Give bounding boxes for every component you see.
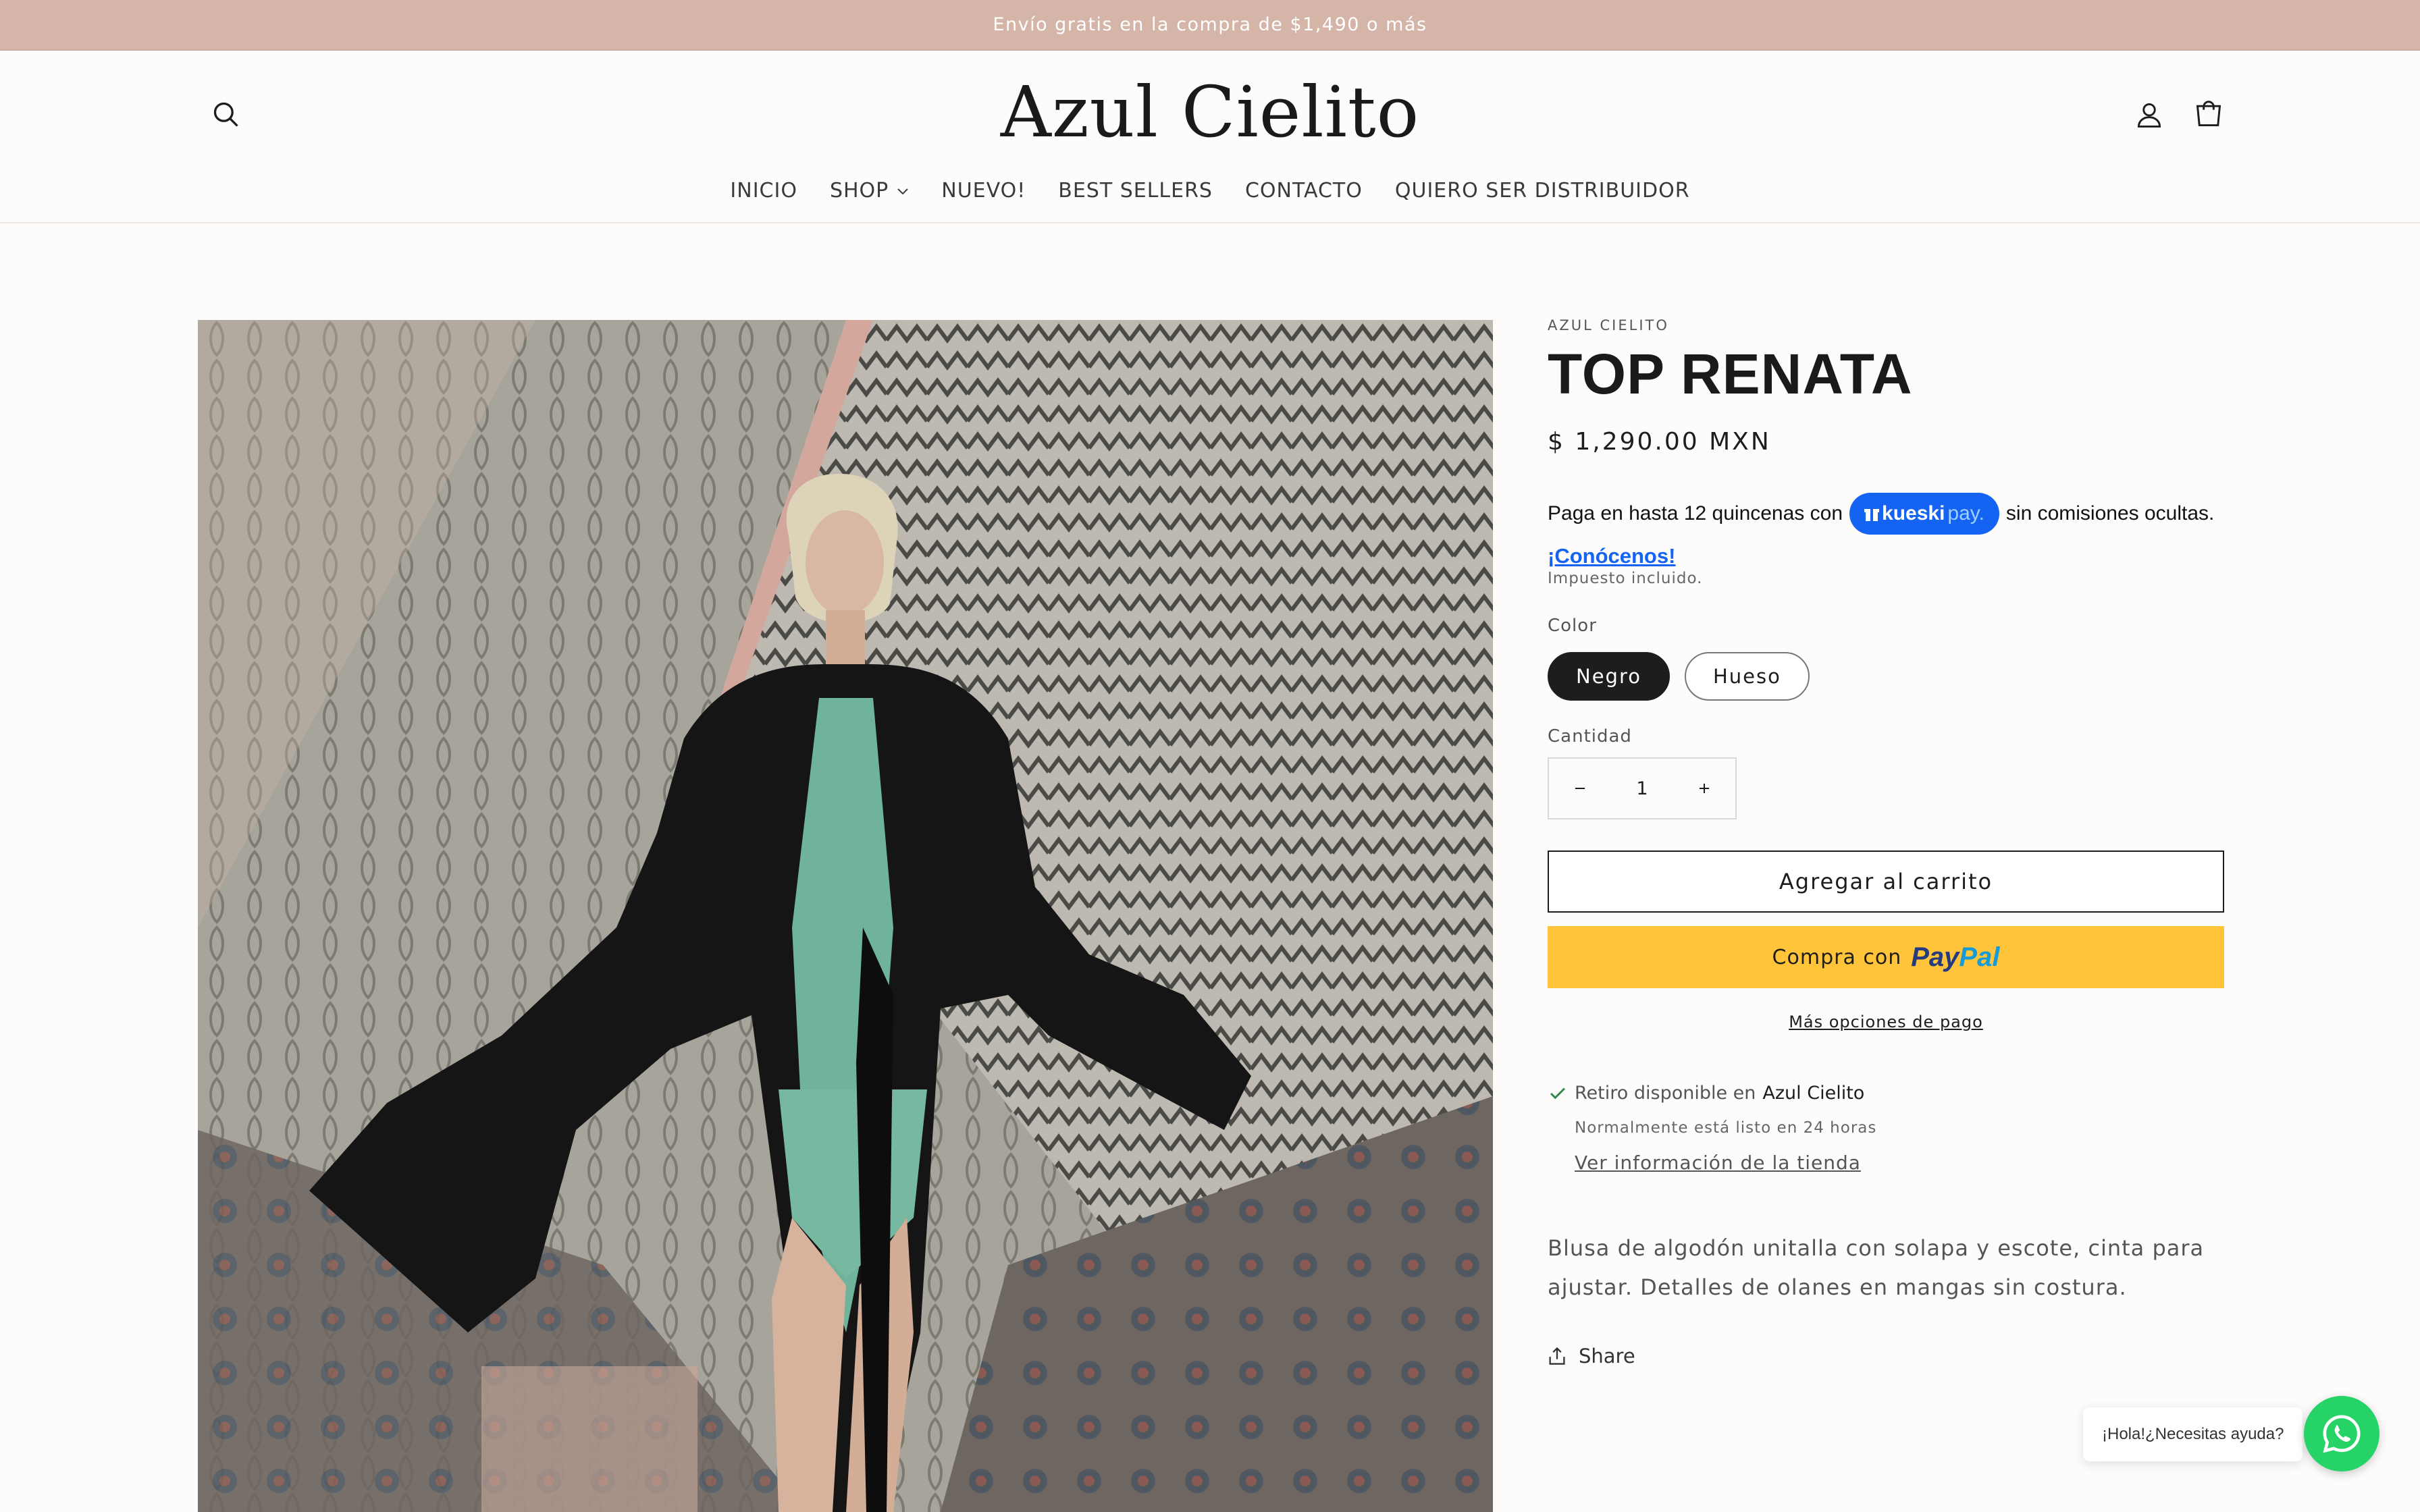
kueski-promo: Paga en hasta 12 quincenas con kueski pay… bbox=[1548, 493, 2214, 535]
chevron-down-icon bbox=[897, 188, 908, 194]
share-icon bbox=[1549, 1347, 1565, 1365]
color-option-hueso[interactable]: Hueso bbox=[1684, 652, 1810, 701]
account-icon[interactable] bbox=[2126, 91, 2173, 138]
quantity-increase-button[interactable] bbox=[1673, 759, 1735, 818]
pickup-availability: Retiro disponible en Azul Cielito bbox=[1548, 1083, 1864, 1104]
whatsapp-greeting[interactable]: ¡Hola!¿Necesitas ayuda? bbox=[2083, 1407, 2303, 1461]
cart-icon[interactable] bbox=[2185, 91, 2232, 138]
whatsapp-button[interactable] bbox=[2304, 1396, 2379, 1472]
paypal-button[interactable]: Compra con PayPal bbox=[1548, 926, 2224, 988]
minus-icon bbox=[1575, 788, 1585, 789]
main-nav: INICIO SHOP NUEVO! BEST SELLERS CONTACTO… bbox=[0, 179, 2420, 202]
site-logo[interactable]: Azul Cielito bbox=[0, 71, 2420, 153]
nav-best-sellers[interactable]: BEST SELLERS bbox=[1042, 179, 1229, 202]
pickup-time: Normalmente está listo en 24 horas bbox=[1575, 1119, 1877, 1137]
store-info-link[interactable]: Ver información de la tienda bbox=[1575, 1152, 1861, 1174]
nav-shop[interactable]: SHOP bbox=[814, 179, 925, 202]
paypal-logo: PayPal bbox=[1911, 942, 2000, 972]
add-to-cart-button[interactable]: Agregar al carrito bbox=[1548, 850, 2224, 913]
product-price: $ 1,290.00 MXN bbox=[1548, 428, 1771, 456]
gift-icon bbox=[1864, 506, 1880, 521]
product-image[interactable] bbox=[198, 320, 1493, 1512]
color-options: Negro Hueso bbox=[1548, 652, 1810, 701]
announcement-bar: Envío gratis en la compra de $1,490 o má… bbox=[0, 0, 2420, 51]
nav-contacto[interactable]: CONTACTO bbox=[1229, 179, 1379, 202]
more-payment-options-link[interactable]: Más opciones de pago bbox=[1548, 1013, 2224, 1031]
whatsapp-icon bbox=[2323, 1415, 2361, 1453]
site-header: Azul Cielito INICIO SHOP NUEVO! BEST SEL… bbox=[0, 51, 2420, 223]
nav-nuevo[interactable]: NUEVO! bbox=[925, 179, 1042, 202]
quantity-input[interactable] bbox=[1612, 778, 1673, 799]
product-description: Blusa de algodón unitalla con solapa y e… bbox=[1548, 1235, 2205, 1300]
color-option-negro[interactable]: Negro bbox=[1548, 652, 1670, 701]
color-label: Color bbox=[1548, 616, 1597, 636]
quantity-decrease-button[interactable] bbox=[1549, 759, 1611, 818]
product-title: TOP RENATA bbox=[1548, 342, 1913, 406]
check-icon bbox=[1550, 1087, 1566, 1099]
nav-distribuidor[interactable]: QUIERO SER DISTRIBUIDOR bbox=[1379, 179, 1706, 202]
quantity-stepper bbox=[1548, 757, 1737, 819]
nav-inicio[interactable]: INICIO bbox=[714, 179, 814, 202]
quantity-label: Cantidad bbox=[1548, 726, 1632, 747]
share-button[interactable]: Share bbox=[1548, 1345, 1635, 1368]
product-vendor: AZUL CIELITO bbox=[1548, 317, 1669, 333]
kueski-badge[interactable]: kueski pay. bbox=[1849, 493, 1999, 535]
plus-icon bbox=[1700, 784, 1709, 793]
tax-note: Impuesto incluido. bbox=[1548, 570, 1703, 587]
kueski-learn-link[interactable]: ¡Conócenos! bbox=[1548, 544, 1675, 568]
